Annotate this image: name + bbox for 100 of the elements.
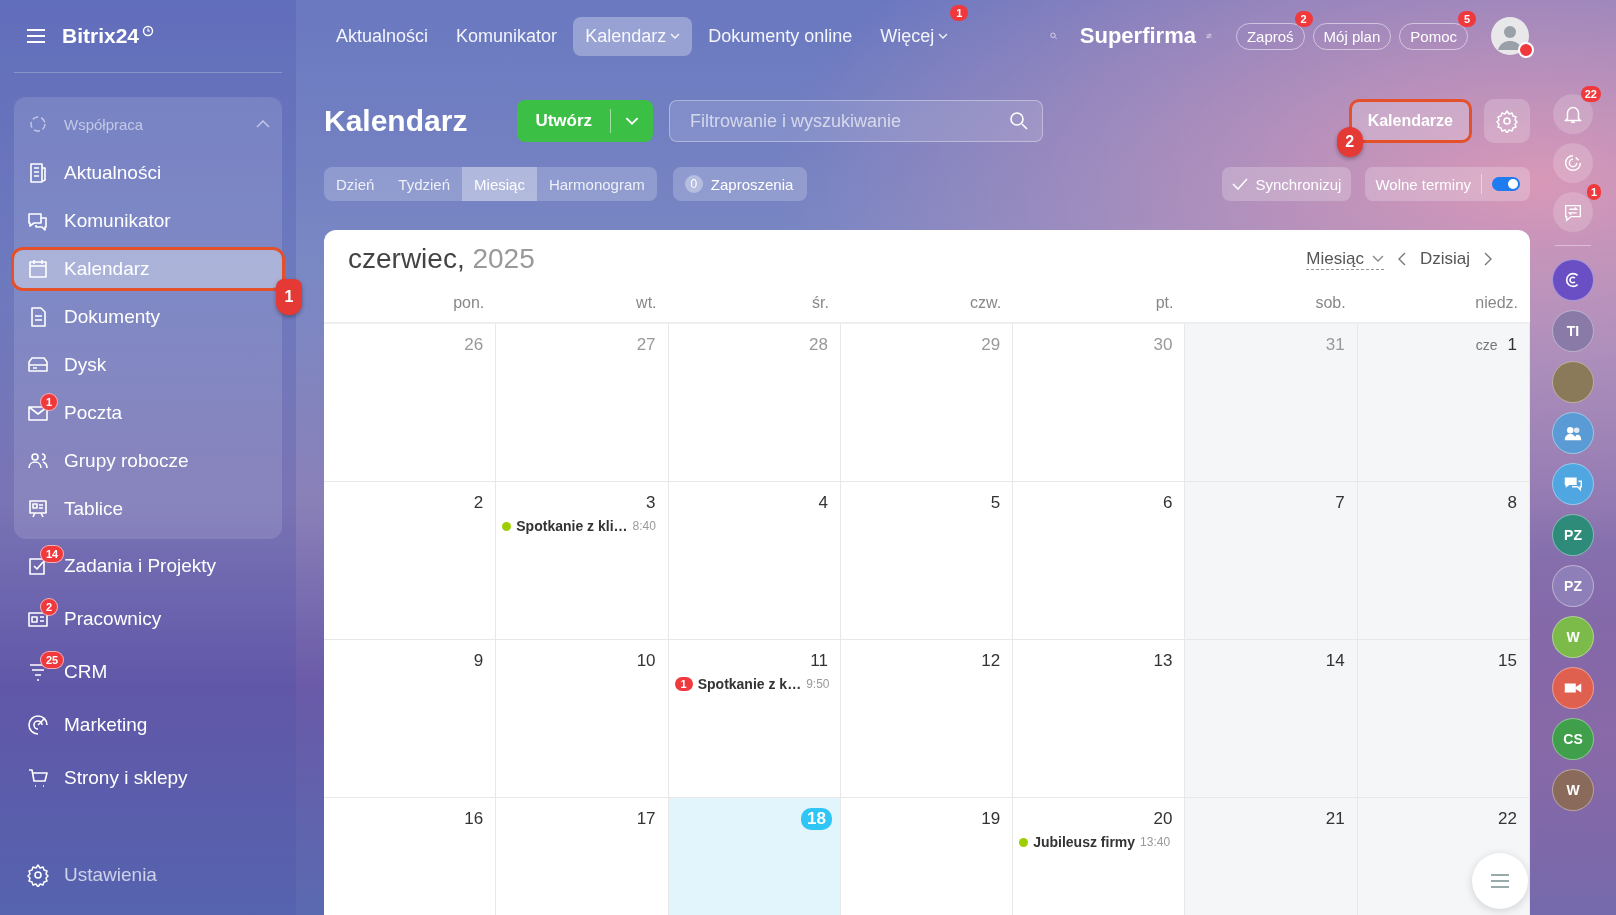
sidebar-item[interactable]: Strony i sklepy — [14, 755, 282, 800]
chat-avatar[interactable]: W — [1552, 769, 1594, 811]
day-cell[interactable]: 21 — [1185, 798, 1358, 915]
chat-avatar[interactable]: TI — [1552, 310, 1594, 352]
nav-tab[interactable]: Dokumenty online — [696, 16, 865, 56]
day-number: 17 — [635, 809, 657, 829]
view-dropdown[interactable]: Miesiąc — [1306, 248, 1384, 270]
sidebar-item[interactable]: Kalendarz — [11, 247, 285, 291]
sidebar-item-icon — [26, 712, 50, 737]
day-cell[interactable]: 2 — [324, 482, 497, 640]
day-number: 30 — [1152, 335, 1174, 355]
event-time: 13:40 — [1140, 835, 1171, 849]
rail-button[interactable] — [1553, 143, 1593, 183]
day-number: 10 — [635, 651, 657, 671]
nav-tab[interactable]: Komunikator — [444, 16, 570, 56]
sidebar-item[interactable]: Dysk — [14, 343, 282, 387]
day-cell[interactable]: 28 — [668, 324, 841, 482]
sidebar-item[interactable]: Poczta 1 — [14, 391, 282, 435]
view-tab[interactable]: Harmonogram — [536, 167, 657, 201]
day-cell[interactable]: 7 — [1185, 482, 1358, 640]
settings-button[interactable] — [1484, 99, 1530, 143]
day-cell[interactable]: 17 — [496, 798, 669, 915]
day-cell[interactable]: 27 — [496, 324, 669, 482]
sidebar-item[interactable]: Zadania i Projekty 14 — [14, 543, 282, 588]
company-name[interactable]: Superfirma — [1079, 23, 1196, 49]
day-number: 26 — [463, 335, 485, 355]
page-title: Kalendarz — [324, 104, 468, 138]
chat-avatar[interactable] — [1552, 463, 1594, 505]
sync-label: Synchronizuj — [1255, 175, 1342, 193]
calendar-event[interactable]: 1 Spotkanie z k… 9:50 — [674, 676, 832, 692]
day-cell[interactable]: 26 — [324, 324, 497, 482]
chat-avatar[interactable] — [1552, 667, 1594, 709]
menu-icon[interactable] — [26, 28, 46, 44]
weekday-header: pt. — [1154, 293, 1175, 313]
day-number: 2 — [472, 493, 485, 513]
chat-avatar[interactable]: PZ — [1552, 514, 1594, 556]
view-tab[interactable]: Dzień — [324, 167, 387, 201]
nav-tab[interactable]: Aktualności — [324, 16, 441, 56]
rail-button[interactable] — [1553, 192, 1593, 232]
today-button[interactable]: Dzisiaj — [1419, 249, 1470, 269]
day-cell[interactable]: 14 — [1185, 640, 1358, 798]
day-cell[interactable]: cze 1 — [1357, 324, 1530, 482]
day-cell[interactable]: 5 — [840, 482, 1014, 640]
chat-avatar[interactable]: CS — [1552, 718, 1594, 760]
nav-tab[interactable]: Kalendarz — [573, 16, 693, 56]
sidebar-item[interactable]: Marketing — [14, 702, 282, 747]
day-number: 4 — [817, 493, 829, 513]
day-cell[interactable]: 8 — [1357, 482, 1530, 640]
day-cell[interactable]: 12 — [840, 640, 1014, 798]
day-number: 16 — [463, 809, 485, 829]
free-slots-label: Wolne terminy — [1375, 175, 1471, 193]
sidebar-item[interactable]: Grupy robocze — [14, 439, 282, 483]
day-number: 27 — [635, 335, 657, 355]
month-title: czerwiec, 2025 — [348, 243, 535, 275]
count-badge: 2 — [40, 598, 59, 616]
sidebar-item[interactable]: Aktualności — [14, 151, 282, 195]
day-number: 20 — [1152, 809, 1174, 829]
day-number: 9 — [472, 651, 485, 671]
settings-icon — [1495, 109, 1519, 133]
day-number: 22 — [1497, 809, 1518, 829]
event-time: 9:50 — [806, 677, 830, 691]
event-title: Jubileusz firmy — [1033, 834, 1136, 850]
calendar-event[interactable]: Spotkanie z kli… 8:40 — [502, 518, 660, 534]
chat-avatar[interactable] — [1552, 259, 1594, 301]
create-button[interactable]: Utwórz — [517, 100, 654, 142]
sidebar-group-label[interactable]: Współpraca — [64, 115, 242, 133]
chevron-icon[interactable] — [256, 120, 270, 128]
count-badge: 25 — [40, 651, 65, 669]
chat-avatar[interactable] — [1552, 412, 1594, 454]
chat-avatar[interactable]: W — [1552, 616, 1594, 658]
logo[interactable]: Bitrix24 — [62, 24, 140, 48]
sidebar-item[interactable]: Pracownicy 2 — [14, 596, 282, 641]
count-badge: 2 — [1294, 10, 1313, 27]
sidebar-item[interactable]: Tablice — [14, 487, 282, 531]
day-cell[interactable]: 10 — [496, 640, 669, 798]
day-cell[interactable]: 31 — [1185, 324, 1358, 482]
day-cell[interactable]: 18 — [668, 798, 841, 915]
day-cell[interactable]: 29 — [840, 324, 1014, 482]
invitations-button[interactable]: 0 Zaproszenia — [672, 167, 808, 201]
weekday-header: śr. — [810, 293, 830, 313]
day-cell[interactable]: 4 — [668, 482, 841, 640]
settings-item[interactable]: Ustawienia — [14, 852, 282, 897]
calendar-event[interactable]: Jubileusz firmy 13:40 — [1019, 834, 1177, 850]
toggle-switch[interactable] — [1492, 177, 1520, 191]
day-cell[interactable]: 15 — [1357, 640, 1530, 798]
sidebar-item[interactable]: Komunikator — [14, 199, 282, 243]
day-number: 21 — [1324, 809, 1346, 829]
day-cell[interactable]: 16 — [324, 798, 497, 915]
weekday-header: czw. — [969, 293, 1003, 313]
day-number: 12 — [980, 651, 1002, 671]
sync-button[interactable]: Synchronizuj — [1221, 167, 1352, 201]
count-badge: 5 — [1458, 10, 1476, 27]
event-title: Spotkanie z k… — [697, 676, 802, 692]
day-cell[interactable]: 3 Spotkanie z kli… 8:40 — [496, 482, 669, 640]
day-cell[interactable]: 9 — [324, 640, 497, 798]
settings-icon — [26, 862, 50, 887]
day-cell[interactable]: 19 — [840, 798, 1014, 915]
view-tab[interactable]: Tydzień — [386, 167, 463, 201]
sidebar-item[interactable]: CRM 25 — [14, 649, 282, 694]
chat-avatar[interactable]: PZ — [1552, 565, 1594, 607]
